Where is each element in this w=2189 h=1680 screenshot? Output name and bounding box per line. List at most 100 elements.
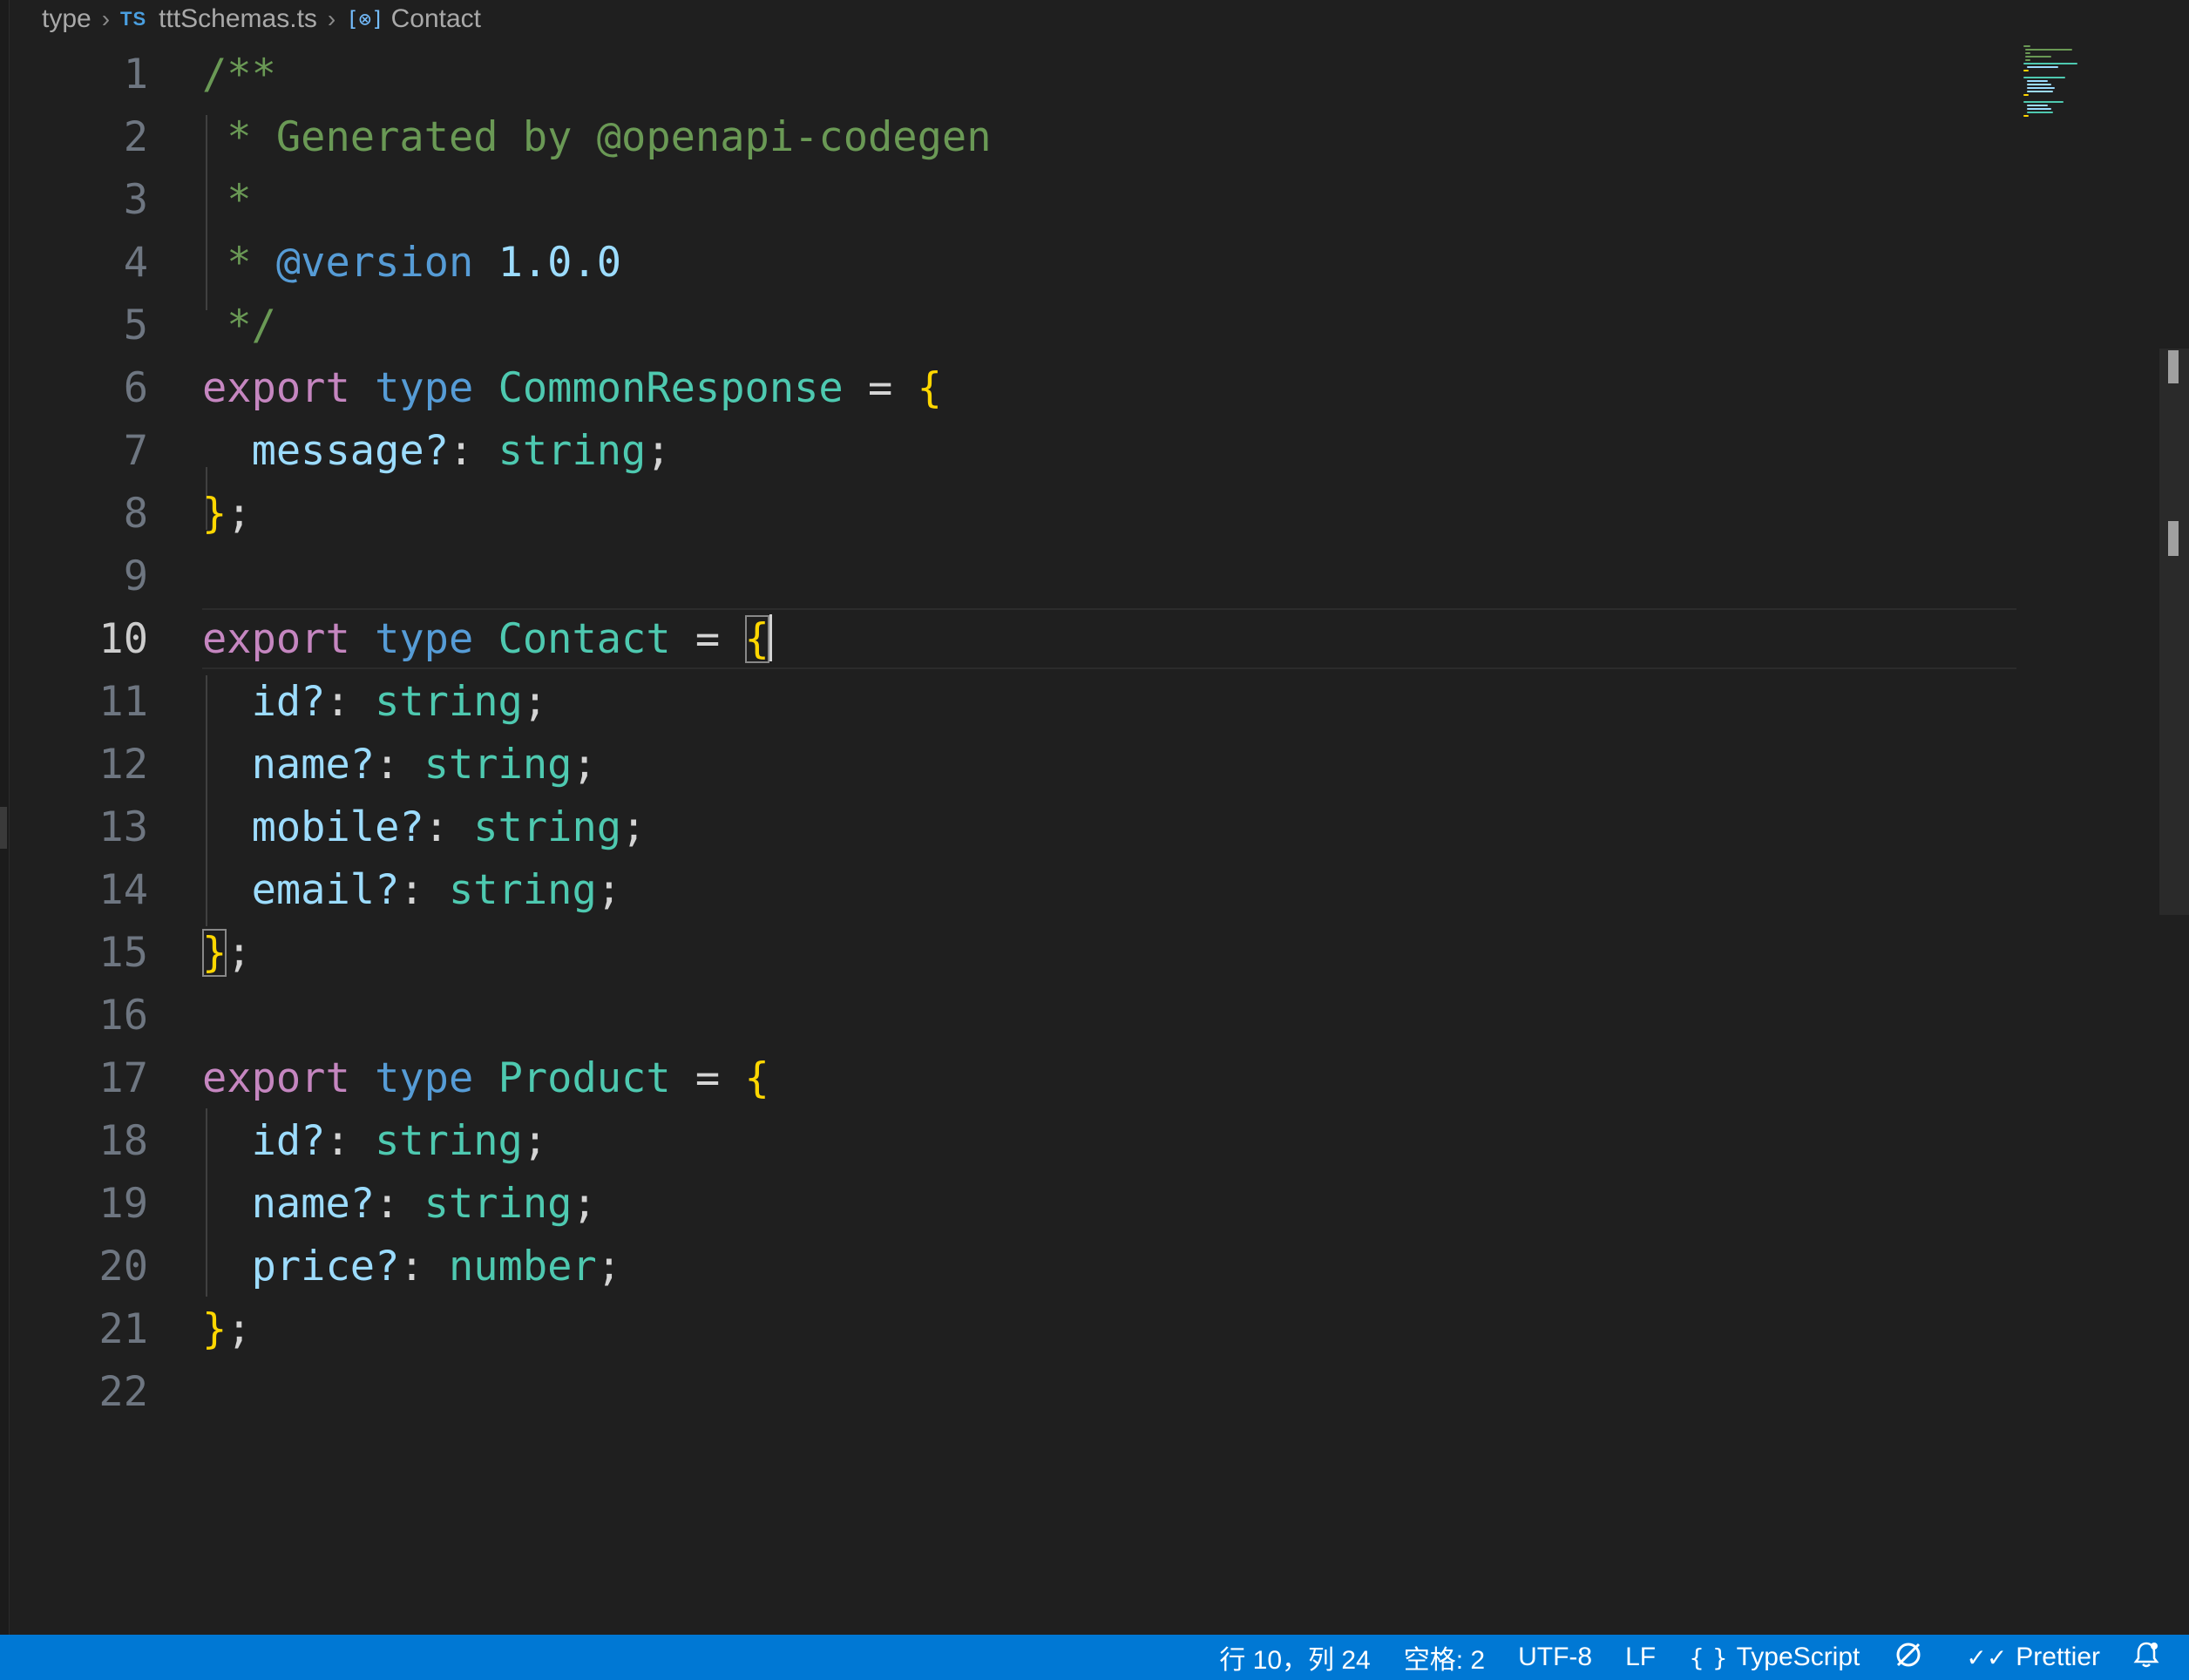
punctuation-token: ; [596, 866, 622, 914]
minimap-line [2027, 80, 2048, 82]
code-line: 17 export type Product = { [0, 1047, 2022, 1110]
punctuation-token: : [325, 1117, 376, 1165]
comment-token: /** [202, 51, 276, 98]
double-check-icon: ✓✓ [1966, 1643, 2008, 1672]
status-notifications[interactable] [2133, 1641, 2168, 1675]
line-number: 16 [98, 992, 148, 1040]
property-token: id? [202, 1117, 326, 1165]
minimap-line [2025, 49, 2072, 51]
code-line: 21 }; [0, 1298, 2022, 1361]
minimap-line [2027, 108, 2051, 110]
minimap-line [2027, 91, 2053, 92]
operator-token: = [843, 364, 918, 412]
line-number: 12 [98, 741, 148, 789]
line-number: 22 [98, 1368, 148, 1416]
scrollbar-marker [2168, 521, 2179, 556]
status-language-label: TypeScript [1736, 1643, 1860, 1671]
punctuation-token: ; [227, 929, 252, 977]
minimap-line [2027, 105, 2048, 106]
scrollbar-thumb[interactable] [2159, 349, 2189, 915]
minimap-line [2023, 77, 2065, 78]
keyword-token: export [202, 364, 350, 412]
status-language[interactable]: { } TypeScript [1689, 1643, 1860, 1672]
punctuation-token: ; [572, 741, 597, 789]
minimap-line [2027, 84, 2051, 85]
status-bar-right: 行 10，列 24 空格: 2 UTF-8 LF { } TypeScript [1186, 1635, 2168, 1680]
minimap-line [2023, 63, 2077, 64]
line-number: 15 [98, 929, 148, 977]
breadcrumb-folder[interactable]: type [42, 4, 91, 34]
code-editor[interactable]: 1 /** 2 * Generated by @openapi-codegen … [0, 44, 2022, 1586]
chevron-right-icon: › [101, 5, 111, 32]
type-token: string [375, 1117, 523, 1165]
code-line: 2 * Generated by @openapi-codegen [0, 106, 2022, 169]
type-token: string [424, 741, 573, 789]
code-line: 12 name?: string; [0, 734, 2022, 796]
scrollbar-marker [2168, 350, 2179, 383]
line-number: 3 [123, 176, 148, 224]
line-number: 14 [98, 866, 148, 914]
bracket-token: } [202, 1305, 227, 1353]
code-line: 13 mobile?: string; [0, 796, 2022, 859]
minimap-line [2023, 94, 2029, 96]
type-name-token: CommonResponse [498, 364, 844, 412]
punctuation-token: ; [572, 1180, 597, 1228]
punctuation-token: : [448, 427, 498, 475]
line-number: 2 [123, 113, 148, 161]
line-number: 6 [123, 364, 148, 412]
code-line: 1 /** [0, 44, 2022, 106]
minimap-line [2023, 101, 2064, 103]
line-number: 21 [98, 1305, 148, 1353]
code-line: 18 id?: string; [0, 1110, 2022, 1173]
minimap-line [2025, 56, 2051, 58]
code-line: 20 price?: number; [0, 1236, 2022, 1298]
status-eol[interactable]: LF [1625, 1643, 1656, 1672]
type-token: number [448, 1243, 597, 1290]
minimap-line [2027, 112, 2053, 113]
punctuation-token: : [399, 866, 449, 914]
punctuation-token: : [325, 678, 376, 726]
minimap[interactable] [2020, 44, 2159, 122]
line-number: 8 [123, 490, 148, 538]
operator-token: = [670, 1054, 745, 1102]
vertical-scrollbar[interactable] [2159, 44, 2189, 1635]
type-token: string [498, 427, 647, 475]
line-number: 11 [98, 678, 148, 726]
punctuation-token: : [375, 1180, 424, 1228]
status-eol-label: LF [1625, 1643, 1657, 1671]
chevron-right-icon: › [327, 5, 336, 32]
breadcrumb-file[interactable]: tttSchemas.ts [159, 4, 317, 34]
keyword-token: export [202, 1054, 350, 1102]
comment-token: */ [202, 301, 276, 349]
status-encoding-label: UTF-8 [1518, 1643, 1593, 1671]
status-prettier[interactable]: ✓✓ Prettier [1966, 1643, 2100, 1672]
keyword-token: type [375, 1054, 474, 1102]
bracket-token: } [202, 490, 227, 538]
status-encoding[interactable]: UTF-8 [1518, 1643, 1592, 1672]
breadcrumb-symbol[interactable]: Contact [391, 4, 481, 34]
bracket-token: { [917, 364, 942, 412]
code-line: 9 [0, 545, 2022, 608]
status-indentation[interactable]: 空格: 2 [1404, 1638, 1485, 1677]
code-line: 7 message?: string; [0, 420, 2022, 483]
status-copilot[interactable] [1893, 1641, 1933, 1675]
property-token: id? [202, 678, 326, 726]
line-number: 1 [123, 51, 148, 98]
code-line: 16 [0, 985, 2022, 1047]
punctuation-token: ; [646, 427, 671, 475]
line-number: 18 [98, 1117, 148, 1165]
property-token: name? [202, 1180, 376, 1228]
minimap-line [2023, 70, 2029, 71]
code-line: 8 }; [0, 483, 2022, 545]
line-number: 4 [123, 239, 148, 287]
comment-token [473, 239, 498, 287]
code-line: 11 id?: string; [0, 671, 2022, 734]
status-bar: 行 10，列 24 空格: 2 UTF-8 LF { } TypeScript [0, 1635, 2189, 1680]
punctuation-token: ; [227, 1305, 252, 1353]
code-line: 5 */ [0, 295, 2022, 357]
status-cursor-position[interactable]: 行 10，列 24 [1219, 1638, 1370, 1677]
code-line: 3 * [0, 169, 2022, 232]
code-line: 22 [0, 1361, 2022, 1424]
